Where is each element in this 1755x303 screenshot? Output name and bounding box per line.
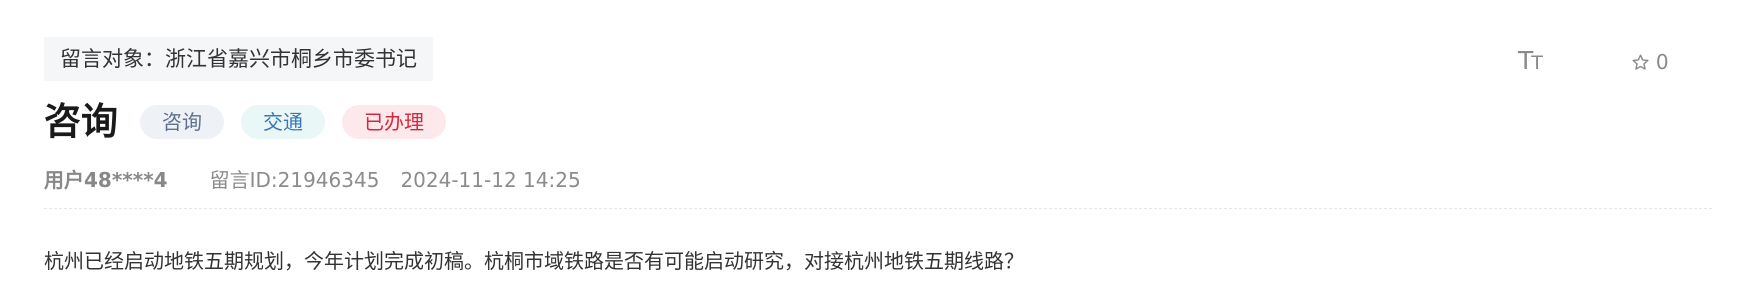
- category-tag: 交通: [241, 105, 325, 139]
- favorite-button[interactable]: 0: [1631, 50, 1669, 74]
- message-id: 留言ID:21946345: [209, 168, 380, 192]
- author-name: 用户48****4: [44, 168, 168, 192]
- status-badge: 已办理: [342, 105, 446, 139]
- star-icon: [1632, 54, 1649, 70]
- page-title: 咨询: [44, 100, 118, 143]
- font-size-icon[interactable]: TT: [1518, 43, 1543, 81]
- message-content: 杭州已经启动地铁五期规划，今年计划完成初稿。杭桐市域铁路是否有可能启动研究，对接…: [44, 249, 1024, 273]
- timestamp: 2024-11-12 14:25: [400, 168, 581, 192]
- title-row: 咨询 咨询 交通 已办理: [44, 96, 463, 148]
- font-size-glyph-small: T: [1531, 52, 1543, 74]
- recipient-label: 留言对象：浙江省嘉兴市桐乡市委书记: [44, 37, 433, 81]
- favorite-count: 0: [1655, 50, 1669, 74]
- meta-row: 用户48****4 留言ID:21946345 2024-11-12 14:25: [44, 164, 581, 196]
- toolbar: TT 0: [1518, 44, 1669, 80]
- type-tag: 咨询: [140, 105, 224, 139]
- font-size-glyph-large: T: [1518, 46, 1533, 75]
- divider: [44, 208, 1712, 209]
